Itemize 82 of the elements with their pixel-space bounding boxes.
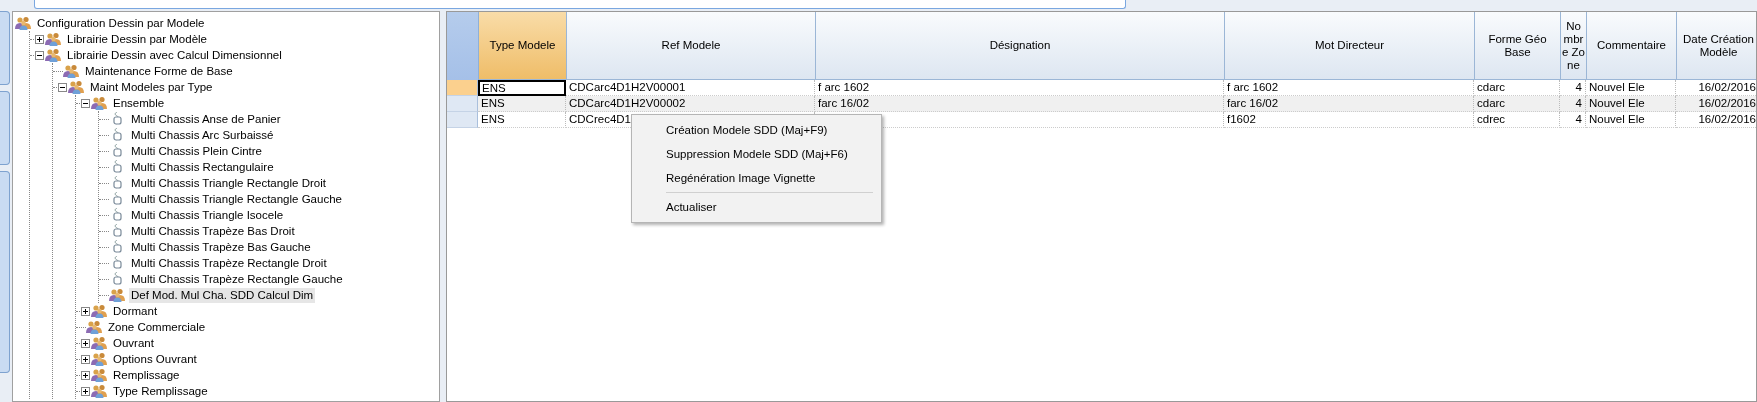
- people-icon: [91, 384, 108, 398]
- table-cell: 4: [1575, 81, 1582, 93]
- tree-item[interactable]: Multi Chassis Trapèze Rectangle Droit: [129, 255, 329, 271]
- collapse-button[interactable]: [81, 98, 90, 108]
- people-icon: [91, 336, 108, 350]
- expand-button[interactable]: [81, 370, 90, 380]
- table-cell: f arc 1602: [1227, 81, 1279, 93]
- menu-item[interactable]: Création Modele SDD (Maj+F9): [634, 118, 879, 142]
- table-cell: farc 16/02: [818, 97, 870, 109]
- menu-item[interactable]: Suppression Modele SDD (Maj+F6): [634, 142, 879, 166]
- table-cell: ENS: [481, 113, 505, 125]
- tree-item[interactable]: Multi Chassis Trapèze Rectangle Gauche: [129, 271, 345, 287]
- input-field[interactable]: [34, 0, 1126, 9]
- menu-item[interactable]: Regénération Image Vignette: [634, 166, 879, 190]
- expand-button[interactable]: [81, 354, 90, 364]
- tree-item[interactable]: Multi Chassis Triangle Isocele: [129, 207, 286, 223]
- table-cell: Nouvel Ele: [1589, 81, 1645, 93]
- tree-item[interactable]: Ouvrant: [111, 335, 156, 351]
- people-icon: [86, 320, 103, 334]
- tree-item[interactable]: Options Ouvrant: [111, 351, 199, 367]
- tree-item[interactable]: Multi Chassis Trapèze Bas Droit: [129, 223, 297, 239]
- expand-button[interactable]: [81, 306, 90, 316]
- tree-item[interactable]: Multi Chassis Rectangulaire: [129, 159, 276, 175]
- table-cell: 4: [1575, 97, 1582, 109]
- table-cell: 16/02/2016: [1698, 113, 1756, 125]
- column-header[interactable]: Commentaire: [1587, 12, 1677, 80]
- tree-item[interactable]: Dormant: [111, 303, 160, 319]
- people-icon: [91, 304, 108, 318]
- table-cell: 16/02/2016: [1698, 97, 1756, 109]
- column-header[interactable]: Type Modele: [479, 12, 567, 80]
- tree-item[interactable]: Remplissage: [111, 367, 182, 383]
- column-header[interactable]: Ref Modele: [567, 12, 816, 80]
- table-cell: CDCarc4D1H2V00002: [569, 97, 686, 109]
- tree-item[interactable]: Maint Modeles par Type: [88, 79, 215, 95]
- people-icon: [91, 96, 108, 110]
- tree-item[interactable]: Multi Chassis Arc Surbaissé: [129, 127, 276, 143]
- people-icon: [68, 80, 85, 94]
- people-icon: [45, 32, 62, 46]
- tree-item[interactable]: Multi Chassis Trapèze Bas Gauche: [129, 239, 313, 255]
- people-icon: [63, 64, 80, 78]
- table-cell: 16/02/2016: [1698, 81, 1756, 93]
- table-cell: cdrec: [1477, 113, 1506, 125]
- expand-button[interactable]: [81, 338, 90, 348]
- table-cell: Nouvel Ele: [1589, 113, 1645, 125]
- people-icon: [109, 288, 126, 302]
- expand-button[interactable]: [81, 386, 90, 396]
- collapse-button[interactable]: [58, 82, 67, 92]
- tree-item[interactable]: Def Mod. Mul Cha. SDD Calcul Dim: [129, 287, 316, 303]
- table-cell: f1602: [1227, 113, 1256, 125]
- table-cell: CDCrec4D1: [569, 113, 631, 125]
- tree-item[interactable]: Multi Chassis Triangle Rectangle Droit: [129, 175, 328, 191]
- table-cell: farc 16/02: [1227, 97, 1279, 109]
- column-header[interactable]: Nombre Zone: [1561, 12, 1587, 80]
- table-cell: ENS: [482, 82, 506, 94]
- people-icon: [45, 48, 62, 62]
- table-cell: 4: [1575, 113, 1582, 125]
- people-icon: [91, 368, 108, 382]
- tree-item[interactable]: Multi Chassis Anse de Panier: [129, 111, 283, 127]
- table-cell: ENS: [481, 97, 505, 109]
- tree-item[interactable]: Librairie Dessin avec Calcul Dimensionnel: [65, 47, 284, 63]
- column-header[interactable]: Forme Géo Base: [1475, 12, 1561, 80]
- table-cell: CDCarc4D1H2V00001: [569, 81, 686, 93]
- expand-button[interactable]: [35, 34, 44, 44]
- table-cell: Nouvel Ele: [1589, 97, 1645, 109]
- people-icon: [91, 352, 108, 366]
- collapse-button[interactable]: [35, 50, 44, 60]
- tree-item[interactable]: Type Remplissage: [111, 383, 210, 399]
- tree-item[interactable]: Multi Chassis Plein Cintre: [129, 143, 264, 159]
- table-cell: f arc 1602: [818, 81, 870, 93]
- tree-item[interactable]: Ensemble: [111, 95, 167, 111]
- people-icon: [15, 16, 32, 30]
- column-header[interactable]: Mot Directeur: [1225, 12, 1475, 80]
- tree-item[interactable]: Zone Commerciale: [106, 319, 208, 335]
- table-cell: cdarc: [1477, 97, 1506, 109]
- tree-item[interactable]: Multi Chassis Triangle Rectangle Gauche: [129, 191, 344, 207]
- table-cell: cdarc: [1477, 81, 1506, 93]
- column-header[interactable]: Désignation: [816, 12, 1225, 80]
- column-header[interactable]: Date Création Modèle: [1677, 12, 1756, 80]
- tree-item[interactable]: Configuration Dessin par Modele: [35, 15, 207, 31]
- menu-item[interactable]: Actualiser: [634, 195, 879, 219]
- tree-item[interactable]: Librairie Dessin par Modèle: [65, 31, 209, 47]
- tree-item[interactable]: Maintenance Forme de Base: [83, 63, 235, 79]
